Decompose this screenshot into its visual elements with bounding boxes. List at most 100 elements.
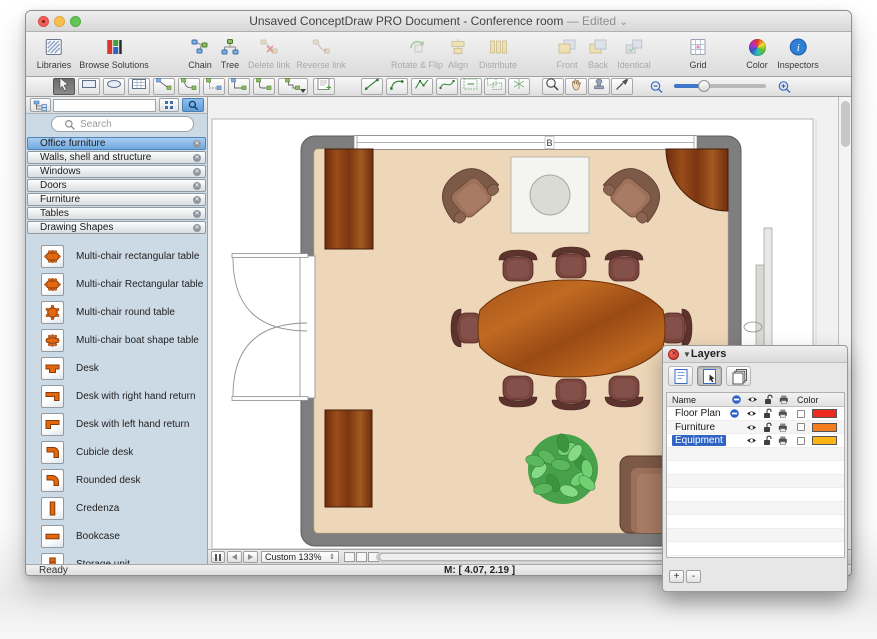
layer-eye-icon[interactable]: [746, 421, 757, 434]
library-section-doors[interactable]: Doors: [27, 179, 206, 192]
shape-item-cubicle-desk[interactable]: Cubicle desk: [26, 439, 208, 467]
shape-item-credenza[interactable]: Credenza: [26, 495, 208, 523]
layers-palette[interactable]: ▼Layers Name Color Floor Plan Furniture Equi…: [662, 345, 848, 592]
layer-row-floor-plan[interactable]: Floor Plan: [667, 407, 844, 421]
color-column-header[interactable]: Color: [797, 393, 819, 406]
shape-search-box[interactable]: [51, 116, 194, 132]
smart-connector-tool-button[interactable]: [203, 78, 225, 95]
section-close-icon[interactable]: [193, 196, 201, 204]
storage-unit-icon[interactable]: [41, 553, 64, 564]
shape-item-rounded-desk[interactable]: Rounded desk: [26, 467, 208, 495]
inspectors-button[interactable]: iInspectors: [777, 35, 819, 70]
libraries-button[interactable]: Libraries: [37, 35, 72, 70]
remove-layer-button[interactable]: -: [686, 570, 701, 583]
group-points-tool-button[interactable]: [484, 78, 506, 95]
section-close-icon[interactable]: [193, 182, 201, 190]
credenza-icon[interactable]: [41, 497, 64, 520]
layer-row-equipment[interactable]: Equipment: [667, 434, 844, 448]
library-section-drawing-shapes[interactable]: Drawing Shapes: [27, 221, 206, 234]
title-caret-icon[interactable]: ⌄: [619, 17, 627, 28]
desk-right-hand-return-icon[interactable]: [41, 385, 64, 408]
multi-chair-rectangular-table-icon[interactable]: [41, 245, 64, 268]
no-list-icon[interactable]: [729, 407, 740, 420]
connect-points-tool-button[interactable]: [460, 78, 482, 95]
wall-credenza-top[interactable]: [325, 149, 373, 249]
zoom-in-button[interactable]: [774, 78, 796, 95]
connector-tool-button[interactable]: [153, 78, 175, 95]
library-filter-input[interactable]: [53, 99, 156, 112]
library-section-office-furniture[interactable]: Office furniture: [27, 137, 206, 150]
layer-pages-tab[interactable]: [726, 366, 751, 386]
library-section-windows[interactable]: Windows: [27, 165, 206, 178]
layer-lock-icon[interactable]: [762, 407, 773, 420]
conference-table[interactable]: [478, 280, 665, 377]
library-search-button[interactable]: [182, 98, 204, 112]
layer-lock-icon[interactable]: [762, 421, 773, 434]
bezier-tool-button[interactable]: [436, 78, 458, 95]
multi-chair-round-table-icon[interactable]: [41, 301, 64, 324]
chain-connector-tool-button[interactable]: [278, 78, 308, 95]
page-tab-2[interactable]: [356, 552, 367, 562]
library-section-tables[interactable]: Tables: [27, 207, 206, 220]
layer-color-checkbox[interactable]: [797, 421, 805, 434]
add-layer-button[interactable]: +: [669, 570, 684, 583]
page-tab-1[interactable]: [344, 552, 355, 562]
shape-item-multi-chair-rectangular-table[interactable]: Multi-chair rectangular table: [26, 243, 208, 271]
text-block-tool-button[interactable]: [313, 78, 335, 95]
zoom-slider[interactable]: [674, 84, 766, 88]
rectangle-tool-button[interactable]: [78, 78, 100, 95]
arc-tool-button[interactable]: [386, 78, 408, 95]
library-section-walls-shell-and-structure[interactable]: Walls, shell and structure: [27, 151, 206, 164]
layer-select-tab[interactable]: [697, 366, 722, 386]
library-tree-button[interactable]: [30, 98, 51, 112]
layer-color-swatch[interactable]: [812, 421, 837, 434]
browse-solutions-button[interactable]: Browse Solutions: [79, 35, 149, 70]
layer-eye-icon[interactable]: [746, 434, 757, 447]
stamp-tool-button[interactable]: [588, 78, 610, 95]
zoom-slider-knob[interactable]: [698, 80, 710, 92]
tree-button[interactable]: Tree: [217, 35, 243, 70]
title-bar[interactable]: Unsaved ConceptDraw PRO Document - Confe…: [26, 11, 851, 32]
layer-eye-icon[interactable]: [746, 407, 757, 420]
next-page-button[interactable]: [243, 551, 258, 563]
shape-search-input[interactable]: [78, 118, 178, 131]
right-angle-connector-tool-button[interactable]: [228, 78, 250, 95]
shape-item-multi-chair-boat-shape-table[interactable]: Multi-chair boat shape table: [26, 327, 208, 355]
zoom-out-button[interactable]: [646, 78, 668, 95]
wall-credenza-bottom[interactable]: [325, 410, 372, 507]
table-shape-tool-button[interactable]: [128, 78, 150, 95]
desk-left-hand-return-icon[interactable]: [41, 413, 64, 436]
select-tool-button[interactable]: [53, 78, 75, 95]
library-grid-view-button[interactable]: [159, 98, 179, 112]
layer-name[interactable]: Floor Plan: [672, 408, 724, 419]
split-tool-button[interactable]: [508, 78, 530, 95]
layer-color-checkbox[interactable]: [797, 434, 805, 447]
multi-chair-boat-shape-table-icon[interactable]: [41, 329, 64, 352]
curve-connector-tool-button[interactable]: [178, 78, 200, 95]
palette-close-button[interactable]: [668, 349, 679, 360]
layer-color-checkbox[interactable]: [797, 407, 805, 420]
layer-printer-icon[interactable]: [777, 434, 788, 447]
name-column-header[interactable]: Name: [672, 393, 696, 406]
section-close-icon[interactable]: [193, 140, 201, 148]
layer-name[interactable]: Furniture: [672, 422, 718, 433]
pan-tool-button[interactable]: [565, 78, 587, 95]
grid-button[interactable]: Grid: [685, 35, 711, 70]
rounded-desk-icon[interactable]: [41, 469, 64, 492]
window-band[interactable]: B: [354, 136, 697, 150]
section-close-icon[interactable]: [193, 224, 201, 232]
layer-printer-icon[interactable]: [777, 407, 788, 420]
zoom-tool-button[interactable]: [542, 78, 564, 95]
library-section-furniture[interactable]: Furniture: [27, 193, 206, 206]
shape-item-bookcase[interactable]: Bookcase: [26, 523, 208, 551]
zoom-level-dropdown[interactable]: Custom 133% ⇕: [261, 551, 339, 563]
layer-name[interactable]: Equipment: [672, 435, 726, 446]
color-button[interactable]: Color: [744, 35, 770, 70]
shape-item-desk-right-hand-return[interactable]: Desk with right hand return: [26, 383, 208, 411]
side-table[interactable]: [511, 157, 589, 233]
layers-palette-titlebar[interactable]: ▼Layers: [663, 346, 847, 363]
section-close-icon[interactable]: [193, 210, 201, 218]
section-close-icon[interactable]: [193, 168, 201, 176]
vertical-scroll-thumb[interactable]: [841, 101, 850, 147]
bookcase-icon[interactable]: [41, 525, 64, 548]
